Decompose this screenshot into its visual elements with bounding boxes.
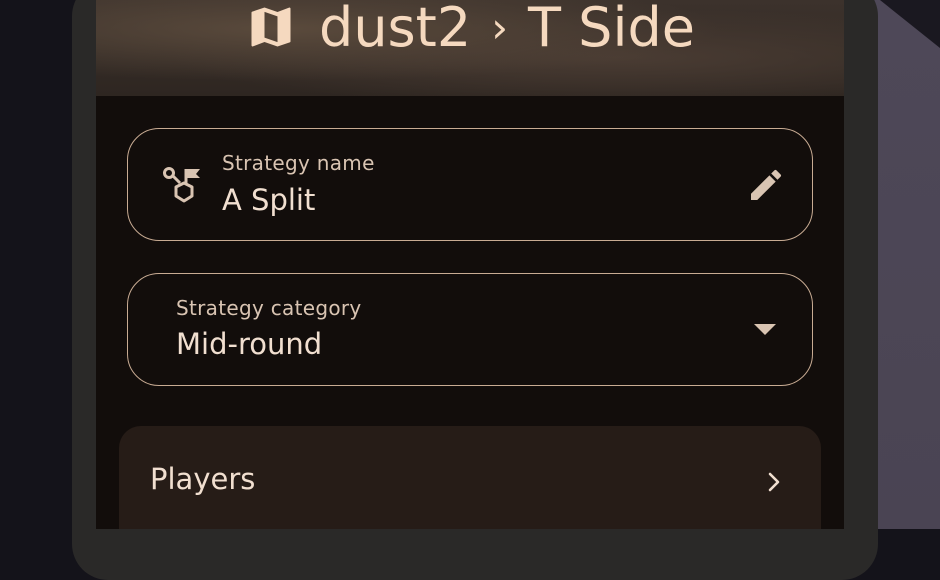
map-icon xyxy=(251,7,291,47)
breadcrumb-separator: › xyxy=(491,2,509,52)
strategy-category-dropdown[interactable]: Strategy category Mid-round xyxy=(127,273,813,386)
map-name: dust2 xyxy=(319,0,472,59)
players-section[interactable]: Players xyxy=(119,426,821,529)
header-banner: dust2 › T Side xyxy=(96,0,844,96)
dropdown-arrow-icon[interactable] xyxy=(752,322,778,338)
side-name: T Side xyxy=(528,0,695,59)
strategy-name-label: Strategy name xyxy=(222,151,375,175)
strategy-name-value[interactable]: A Split xyxy=(222,183,315,217)
strategy-category-label: Strategy category xyxy=(176,296,362,320)
breadcrumb-title: dust2 › T Side xyxy=(96,0,844,60)
app-screen: dust2 › T Side Strategy name A Split Str… xyxy=(96,0,844,529)
background-corner xyxy=(880,0,940,48)
strategy-route-icon xyxy=(163,167,200,203)
edit-pencil-icon[interactable] xyxy=(746,165,786,205)
strategy-name-field[interactable]: Strategy name A Split xyxy=(127,128,813,241)
chevron-right-icon[interactable] xyxy=(767,472,781,492)
players-label: Players xyxy=(150,462,256,496)
strategy-category-value[interactable]: Mid-round xyxy=(176,327,322,361)
